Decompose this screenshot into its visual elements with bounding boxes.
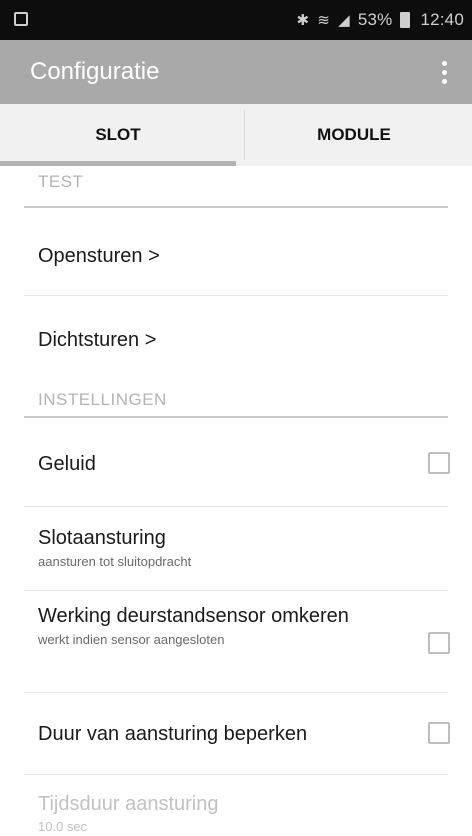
item-title: Slotaansturing: [38, 527, 166, 549]
section-header-instellingen: INSTELLINGEN: [24, 390, 448, 418]
duur-aansturing-checkbox[interactable]: [428, 722, 450, 744]
clock: 12:40: [420, 10, 464, 29]
item-title: Werking deurstandsensor omkeren: [38, 605, 349, 627]
item-subtitle: 10.0 sec: [38, 819, 88, 834]
item-subtitle: aansturen tot sluitopdracht: [38, 554, 192, 569]
item-title: Duur van aansturing beperken: [38, 723, 308, 745]
divider: [24, 774, 448, 775]
section-header-test: TEST: [24, 172, 448, 208]
item-subtitle: werkt indien sensor aangesloten: [38, 632, 225, 647]
list-item-werking-deurstandsensor[interactable]: Werking deurstandsensor omkeren werkt in…: [24, 604, 364, 647]
list-item-dichtsturen[interactable]: Dichtsturen >: [24, 328, 448, 353]
page-title: Configuratie: [30, 58, 160, 85]
tab-divider: [244, 110, 245, 160]
item-title: Tijdsduur aansturing: [38, 793, 219, 815]
divider: [24, 590, 448, 591]
status-bar: ✱ ≋ ◢ 53% 12:40: [0, 0, 472, 40]
bluetooth-icon: ✱: [296, 12, 310, 29]
battery-percentage: 53%: [357, 10, 393, 29]
list-item-duur-aansturing[interactable]: Duur van aansturing beperken: [24, 722, 448, 748]
tab-slot[interactable]: SLOT: [0, 104, 236, 166]
item-title: Opensturen >: [38, 245, 160, 267]
divider: [24, 295, 448, 296]
signal-icon: ◢: [338, 12, 350, 29]
divider: [24, 506, 448, 507]
status-indicators: ✱ ≋ ◢ 53% 12:40: [297, 10, 464, 30]
geluid-checkbox[interactable]: [428, 452, 450, 474]
list-item-opensturen[interactable]: Opensturen >: [24, 244, 448, 269]
item-title: Dichtsturen >: [38, 329, 157, 351]
tab-module[interactable]: MODULE: [236, 104, 472, 166]
tab-bar: SLOT MODULE: [0, 104, 472, 166]
battery-icon: [400, 12, 411, 28]
overflow-menu-icon[interactable]: [432, 56, 456, 88]
item-title: Geluid: [38, 453, 96, 475]
wifi-icon: ≋: [317, 12, 331, 29]
werking-deurstandsensor-checkbox[interactable]: [428, 632, 450, 654]
screenshot-icon: [14, 12, 28, 26]
list-item-tijdsduur-aansturing: Tijdsduur aansturing 10.0 sec: [24, 792, 448, 834]
list-item-slotaansturing[interactable]: Slotaansturing aansturen tot sluitopdrac…: [24, 526, 448, 569]
list-item-geluid[interactable]: Geluid: [24, 452, 448, 478]
app-bar: Configuratie: [0, 40, 472, 104]
divider: [24, 692, 448, 693]
